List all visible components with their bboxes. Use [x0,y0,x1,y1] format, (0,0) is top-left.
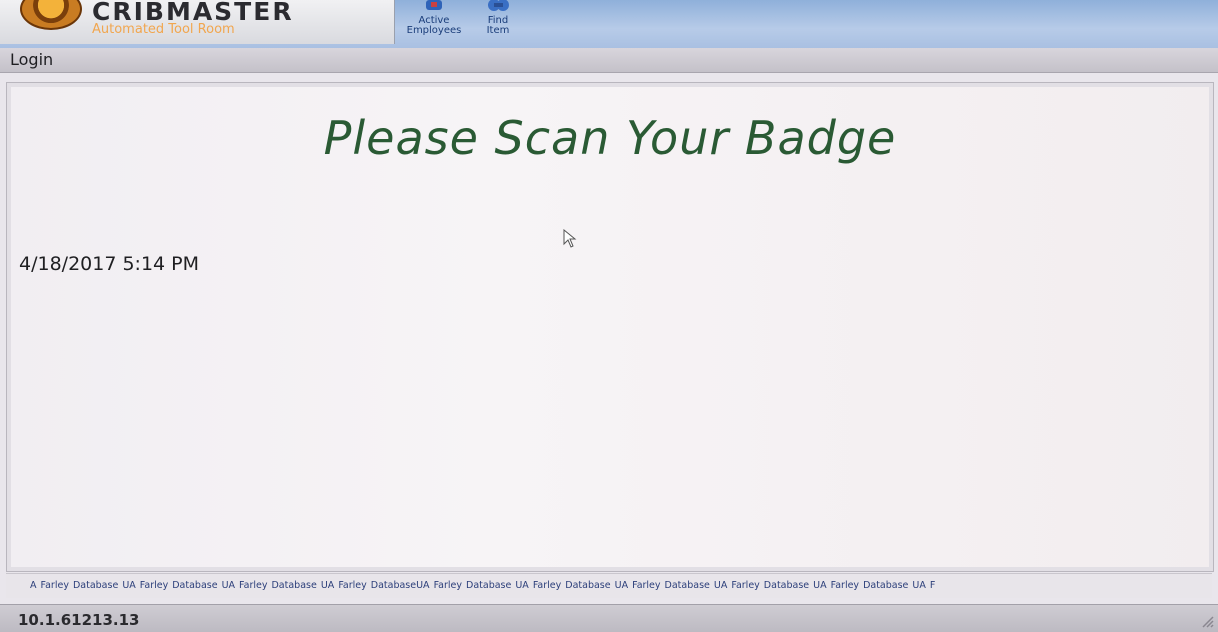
login-header-bar: Login [0,48,1218,73]
find-item-label-line2: Item [486,25,510,36]
brand-logo-area: CRIBMASTER Automated Tool Room [0,0,395,44]
badge-scan-panel: Please Scan Your Badge 4/18/2017 5:14 PM [6,82,1214,572]
brand-tagline: Automated Tool Room [92,22,235,37]
top-toolbar: CRIBMASTER Automated Tool Room Active Em… [0,0,1218,49]
ticker-text: A Farley Database UA Farley Database UA … [30,580,936,591]
active-employees-button[interactable]: Active Employees [404,0,464,46]
scan-badge-prompt: Please Scan Your Badge [323,111,897,165]
active-employees-label-line2: Employees [406,25,462,36]
find-item-icon [488,0,509,11]
database-ticker: A Farley Database UA Farley Database UA … [6,573,1212,598]
status-bar: 10.1.61213.13 [0,604,1218,632]
login-label: Login [10,50,54,69]
current-datetime: 4/18/2017 5:14 PM [19,253,200,275]
employees-icon [426,0,442,10]
resize-grip-icon[interactable] [1200,614,1214,628]
status-ip-address: 10.1.61213.13 [18,611,140,629]
find-item-button[interactable]: Find Item [478,0,518,46]
mouse-pointer-icon [563,229,577,248]
cribmaster-logo-icon [20,0,82,30]
